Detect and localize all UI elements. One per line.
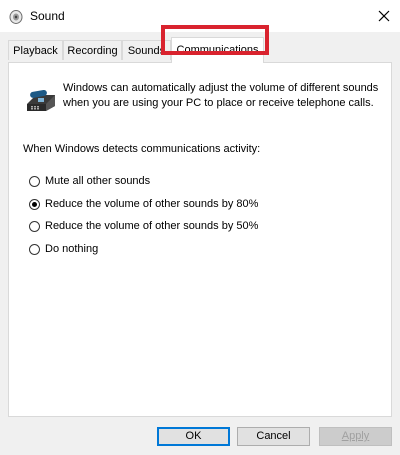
close-button[interactable] — [368, 0, 400, 32]
ok-button[interactable]: OK — [157, 427, 230, 446]
radio-reduce-80[interactable] — [29, 198, 40, 210]
communications-description: Windows can automatically adjust the vol… — [63, 82, 379, 109]
tab-sounds[interactable]: Sounds — [122, 40, 171, 60]
radio-mute-all[interactable] — [29, 175, 40, 187]
apply-button[interactable]: Apply — [319, 427, 392, 446]
option-reduce-80[interactable]: Reduce the volume of other sounds by 80% — [29, 196, 258, 212]
speaker-icon — [8, 9, 24, 25]
option-mute-all[interactable]: Mute all other sounds — [29, 173, 150, 189]
option-label: Do nothing — [45, 243, 99, 255]
option-label: Mute all other sounds — [45, 175, 151, 187]
detect-activity-label: When Windows detects communications acti… — [23, 143, 261, 155]
option-label: Reduce the volume of other sounds by 80% — [45, 198, 259, 210]
tab-playback[interactable]: Playback — [8, 40, 63, 60]
option-do-nothing[interactable]: Do nothing — [29, 241, 98, 257]
phone-icon — [24, 87, 58, 113]
radio-do-nothing[interactable] — [29, 243, 40, 255]
option-label: Reduce the volume of other sounds by 50% — [45, 220, 259, 232]
cancel-button[interactable]: Cancel — [237, 427, 310, 446]
communications-panel: Windows can automatically adjust the vol… — [8, 62, 392, 417]
tab-recording[interactable]: Recording — [63, 40, 122, 60]
tab-communications[interactable]: Communications — [171, 37, 264, 63]
apply-button-label: Apply — [341, 430, 370, 442]
sound-dialog: Sound Playback Recording Sounds Communic… — [0, 0, 400, 455]
window-title: Sound — [30, 9, 65, 23]
title-bar: Sound — [0, 0, 400, 32]
radio-reduce-50[interactable] — [29, 220, 40, 232]
option-reduce-50[interactable]: Reduce the volume of other sounds by 50% — [29, 218, 258, 234]
close-icon — [378, 10, 390, 22]
